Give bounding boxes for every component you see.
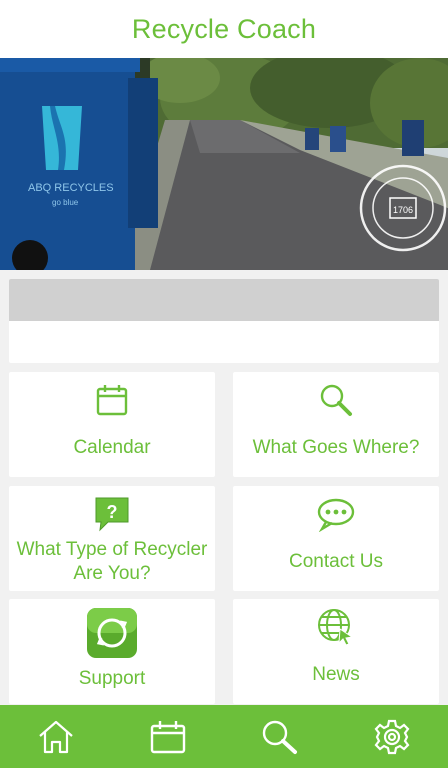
news-tile[interactable]: News bbox=[233, 599, 439, 704]
what-goes-where-tile[interactable]: What Goes Where? bbox=[233, 372, 439, 477]
svg-text:?: ? bbox=[107, 502, 118, 522]
home-icon bbox=[39, 720, 73, 753]
contact-us-tile[interactable]: Contact Us bbox=[233, 486, 439, 591]
recycler-type-tile[interactable]: ? What Type of Recycler Are You? bbox=[9, 486, 215, 591]
refresh-icon bbox=[86, 607, 138, 659]
app-title: Recycle Coach bbox=[131, 13, 317, 44]
support-tile[interactable]: Support bbox=[9, 599, 215, 704]
globe-cursor-icon bbox=[316, 609, 356, 646]
gear-icon bbox=[374, 719, 410, 754]
hero-image: ABQ RECYCLES go blue 1706 bbox=[0, 58, 448, 270]
calendar-label: Calendar bbox=[73, 437, 151, 458]
calendar-tile[interactable]: Calendar bbox=[9, 372, 215, 477]
calendar-icon bbox=[150, 720, 186, 753]
contact-us-label: Contact Us bbox=[289, 551, 383, 572]
what-goes-where-label: What Goes Where? bbox=[252, 437, 420, 458]
seal-year-text: 1706 bbox=[393, 205, 413, 215]
bottom-nav bbox=[0, 705, 448, 768]
nav-settings-button[interactable] bbox=[364, 709, 420, 765]
news-label: News bbox=[312, 664, 360, 685]
nav-search-button[interactable] bbox=[252, 709, 308, 765]
announcement-banner[interactable] bbox=[9, 279, 439, 363]
banner-header-bar bbox=[9, 279, 439, 321]
recycler-type-label: What Type of Recycler Are You? bbox=[16, 539, 208, 584]
search-icon bbox=[262, 720, 297, 754]
bin-tagline-text: go blue bbox=[52, 198, 79, 207]
app-header: Recycle Coach bbox=[0, 0, 448, 58]
search-icon bbox=[318, 382, 354, 418]
city-seal-icon: 1706 bbox=[359, 164, 447, 252]
calendar-icon bbox=[95, 382, 129, 418]
nav-home-button[interactable] bbox=[28, 709, 84, 765]
chat-bubble-icon bbox=[316, 496, 356, 532]
support-label: Support bbox=[78, 668, 146, 689]
question-bubble-icon: ? bbox=[92, 496, 132, 532]
nav-calendar-button[interactable] bbox=[140, 709, 196, 765]
bin-brand-text: ABQ RECYCLES bbox=[28, 182, 114, 194]
